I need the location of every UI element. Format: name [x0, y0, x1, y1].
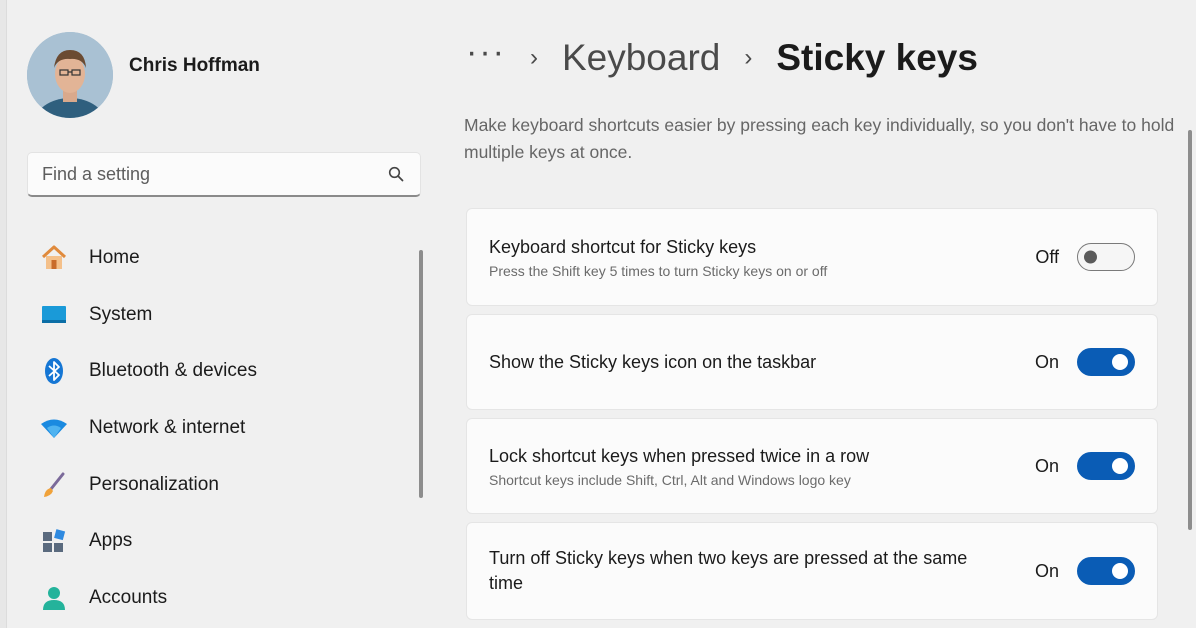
- sidebar-item-label: Personalization: [89, 473, 219, 495]
- setting-card-taskbar-icon[interactable]: Show the Sticky keys icon on the taskbar…: [466, 314, 1158, 410]
- settings-window: Chris Hoffman Home: [0, 0, 1196, 628]
- sidebar-item-label: Apps: [89, 530, 133, 552]
- sidebar-scrollbar[interactable]: [419, 250, 423, 498]
- sidebar-item-apps[interactable]: Apps: [27, 513, 417, 570]
- main-content: ··· › Keyboard › Sticky keys Make keyboa…: [438, 0, 1196, 628]
- avatar[interactable]: [27, 32, 113, 118]
- toggle-knob: [1112, 354, 1128, 370]
- setting-title: Turn off Sticky keys when two keys are p…: [489, 548, 968, 593]
- sidebar-item-label: Home: [89, 247, 140, 269]
- setting-title: Keyboard shortcut for Sticky keys: [489, 237, 757, 257]
- sidebar-item-label: Accounts: [89, 586, 168, 608]
- setting-title: Show the Sticky keys icon on the taskbar: [489, 351, 817, 372]
- chevron-right-icon: ›: [744, 44, 753, 71]
- sidebar-item-home[interactable]: Home: [27, 230, 417, 287]
- setting-card-keyboard-shortcut[interactable]: Keyboard shortcut for Sticky keys Press …: [466, 208, 1158, 306]
- sidebar-item-label: System: [89, 303, 153, 325]
- personalization-icon: [39, 470, 69, 500]
- toggle-knob: [1112, 458, 1128, 474]
- page-title: Sticky keys: [776, 37, 978, 78]
- sidebar-item-label: Network & internet: [89, 417, 246, 439]
- setting-subtitle: Press the Shift key 5 times to turn Stic…: [489, 263, 828, 279]
- sidebar-item-label: Bluetooth & devices: [89, 360, 257, 382]
- breadcrumb-parent-link[interactable]: Keyboard: [562, 37, 720, 79]
- search-icon[interactable]: [386, 164, 406, 184]
- bluetooth-icon: [39, 356, 69, 386]
- setting-card-lock-shortcut[interactable]: Lock shortcut keys when pressed twice in…: [466, 418, 1158, 514]
- breadcrumb: ··· › Keyboard › Sticky keys: [466, 33, 978, 82]
- search-input[interactable]: [42, 163, 386, 185]
- sidebar-item-personalization[interactable]: Personalization: [27, 456, 417, 513]
- setting-card-turn-off[interactable]: Turn off Sticky keys when two keys are p…: [466, 522, 1158, 620]
- toggle-state-label: On: [1034, 455, 1059, 476]
- toggle-state-label: Off: [1035, 246, 1059, 267]
- home-icon: [39, 243, 69, 273]
- user-photo: [27, 32, 113, 118]
- search-box[interactable]: [27, 152, 421, 197]
- toggle-knob: [1112, 563, 1128, 579]
- toggle-knob: [1084, 250, 1097, 264]
- toggle-state-label: On: [1034, 351, 1059, 372]
- setting-title: Lock shortcut keys when pressed twice in…: [489, 446, 870, 466]
- window-edge: [0, 0, 7, 628]
- toggle-switch[interactable]: [1077, 452, 1135, 480]
- network-icon: [39, 413, 69, 443]
- settings-list: Keyboard shortcut for Sticky keys Press …: [466, 208, 1158, 628]
- toggle-state-label: On: [1034, 560, 1059, 581]
- accounts-icon: [39, 583, 69, 613]
- sidebar-item-accounts[interactable]: Accounts: [27, 570, 417, 627]
- sidebar-item-system[interactable]: System: [27, 287, 417, 344]
- apps-icon: [39, 526, 69, 556]
- user-name: Chris Hoffman: [129, 55, 260, 76]
- sidebar-item-network[interactable]: Network & internet: [27, 400, 417, 457]
- system-icon: [39, 300, 69, 330]
- toggle-switch[interactable]: [1077, 557, 1135, 585]
- page-description: Make keyboard shortcuts easier by pressi…: [464, 115, 1175, 162]
- main-scrollbar[interactable]: [1188, 130, 1192, 530]
- toggle-switch[interactable]: [1077, 348, 1135, 376]
- sidebar-item-bluetooth[interactable]: Bluetooth & devices: [27, 343, 417, 400]
- sidebar-nav: Home System Bluetooth & devices Network …: [27, 230, 417, 626]
- setting-subtitle: Shortcut keys include Shift, Ctrl, Alt a…: [489, 472, 851, 488]
- toggle-switch[interactable]: [1077, 243, 1135, 271]
- chevron-right-icon: ›: [529, 44, 538, 71]
- sidebar: Chris Hoffman Home: [7, 0, 427, 628]
- breadcrumb-overflow-button[interactable]: ···: [466, 33, 506, 72]
